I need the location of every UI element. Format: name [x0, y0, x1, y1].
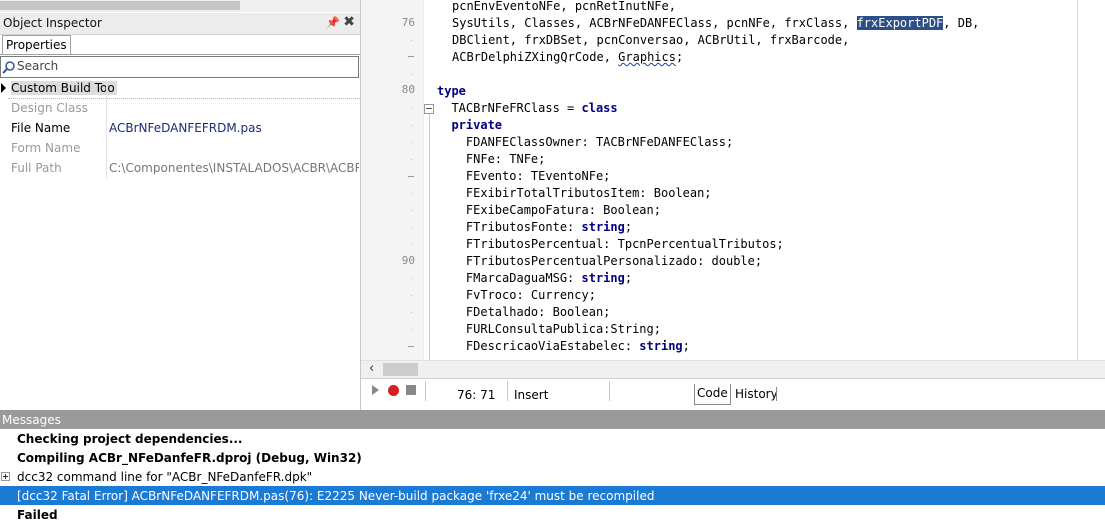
messages-title: Messages	[2, 413, 61, 427]
play-macro-icon[interactable]	[372, 385, 379, 395]
tab-code[interactable]: Code	[694, 384, 731, 405]
property-row-form-name[interactable]: Form Name	[0, 139, 360, 159]
property-row-file-name[interactable]: File Name ACBrNFeDANFEFRDM.pas	[0, 119, 360, 139]
code-line: private	[437, 118, 503, 132]
message-row[interactable]: Compiling ACBr_NFeDanfeFR.dproj (Debug, …	[0, 448, 1105, 467]
code-line: type	[437, 84, 466, 98]
insert-mode-indicator: Insert	[514, 388, 549, 402]
expand-plus-icon[interactable]	[1, 472, 10, 481]
oi-title-bar: Object Inspector 📌 ✖	[0, 13, 360, 35]
editor-horizontal-scrollbar[interactable]: ‹	[361, 360, 1105, 378]
search-icon	[2, 61, 15, 74]
object-inspector-panel: Object Inspector 📌 ✖ Properties Search C…	[0, 0, 361, 412]
pin-icon[interactable]: 📌	[326, 16, 340, 29]
property-name: Design Class	[11, 101, 88, 115]
oi-scrollbar-thumb[interactable]	[0, 1, 240, 10]
code-line: FEvento: TEventoNFe;	[437, 169, 611, 183]
code-line: FTributosPercentual: TpcnPercentualTribu…	[437, 237, 784, 251]
line-number: 80	[401, 83, 415, 96]
property-name: File Name	[11, 121, 71, 135]
code-line: FTributosFonte: string;	[437, 220, 633, 234]
property-name: Form Name	[11, 141, 81, 155]
code-line: ACBrDelphiZXingQrCode, Graphics;	[452, 50, 684, 64]
code-line: FMarcaDaguaMSG: string;	[437, 271, 633, 285]
message-row-selected-error[interactable]: [dcc32 Fatal Error] ACBrNFeDANFEFRDM.pas…	[0, 486, 1105, 505]
editor-status-bar: 76: 71 Insert Code History	[361, 378, 1105, 411]
message-text: Compiling ACBr_NFeDanfeFR.dproj (Debug, …	[17, 451, 362, 465]
code-line: FURLConsultaPublica:String;	[437, 322, 661, 336]
message-row[interactable]: Failed	[0, 505, 1105, 524]
code-line: FExibeCampoFatura: Boolean;	[437, 203, 661, 217]
oi-search-field[interactable]: Search	[0, 56, 359, 78]
code-line: FDANFEClassOwner: TACBrNFeDANFEClass;	[437, 135, 734, 149]
oi-title: Object Inspector	[3, 16, 102, 30]
record-macro-icon[interactable]	[388, 385, 399, 396]
message-row[interactable]: Checking project dependencies...	[0, 429, 1105, 448]
property-grid: Custom Build Too Design Class File Name …	[0, 79, 360, 179]
message-text: dcc32 command line for "ACBr_NFeDanfeFR.…	[17, 470, 313, 484]
code-line: DBClient, frxDBSet, pcnConversao, ACBrUt…	[452, 33, 850, 47]
code-line: SysUtils, Classes, ACBrNFeDANFEClass, pc…	[452, 16, 980, 30]
property-row-design-class[interactable]: Design Class	[0, 99, 360, 119]
messages-title-bar: Messages	[0, 410, 1105, 429]
code-line: FDescricaoViaEstabelec: string;	[437, 339, 690, 353]
property-row-custom-build-tool[interactable]: Custom Build Too	[0, 79, 360, 99]
message-row[interactable]: dcc32 command line for "ACBr_NFeDanfeFR.…	[0, 467, 1105, 486]
messages-panel: Messages Checking project dependencies..…	[0, 410, 1105, 523]
line-number: 90	[401, 254, 415, 267]
tab-code-label: Code	[697, 386, 728, 400]
message-text: [dcc32 Fatal Error] ACBrNFeDANFEFRDM.pas…	[17, 489, 655, 503]
scroll-left-arrow-icon[interactable]: ‹	[369, 361, 374, 376]
code-line: FvTroco: Currency;	[437, 288, 596, 302]
property-value[interactable]: ACBrNFeDANFEFRDM.pas	[109, 121, 359, 135]
selected-text: frxExportPDF	[856, 16, 944, 30]
scrollbar-thumb[interactable]	[383, 363, 418, 376]
code-line: FTributosPercentualPersonalizado: double…	[437, 254, 763, 268]
line-number: 76	[401, 16, 415, 29]
code-line: FNFe: TNFe;	[437, 152, 546, 166]
property-row-full-path[interactable]: Full Path C:\Componentes\INSTALADOS\ACBR…	[0, 159, 360, 179]
code-line: FExibirTotalTributosItem: Boolean;	[437, 186, 712, 200]
oi-horizontal-scrollbar[interactable]	[0, 0, 360, 12]
message-text: Checking project dependencies...	[17, 432, 243, 446]
property-value[interactable]: C:\Componentes\INSTALADOS\ACBR\ACBR\Fo	[109, 161, 359, 175]
tab-properties[interactable]: Properties	[2, 35, 71, 54]
property-name: Custom Build Too	[11, 81, 117, 95]
line-number-gutter: 76 80 90	[361, 0, 423, 360]
close-icon[interactable]: ✖	[343, 14, 355, 30]
property-name: Full Path	[11, 161, 62, 175]
fold-collapse-icon[interactable]	[424, 104, 434, 114]
oi-tab-bar: Properties	[0, 34, 360, 55]
message-text: Failed	[17, 508, 58, 522]
code-line: pcnEnvEventoNFe, pcnRetInutNFe,	[452, 0, 676, 13]
code-editor[interactable]: 76 80 90 pcnEnvEventoNFe, pcnRetInutNFe,…	[361, 0, 1105, 360]
code-line: TACBrNFeFRClass = class	[437, 101, 618, 115]
code-line: FDetalhado: Boolean;	[437, 305, 611, 319]
stop-macro-icon[interactable]	[406, 385, 416, 395]
tab-history[interactable]: History	[735, 387, 778, 401]
expand-arrow-icon[interactable]	[1, 83, 6, 93]
search-placeholder: Search	[17, 59, 59, 73]
cursor-position: 76: 71	[457, 388, 496, 402]
